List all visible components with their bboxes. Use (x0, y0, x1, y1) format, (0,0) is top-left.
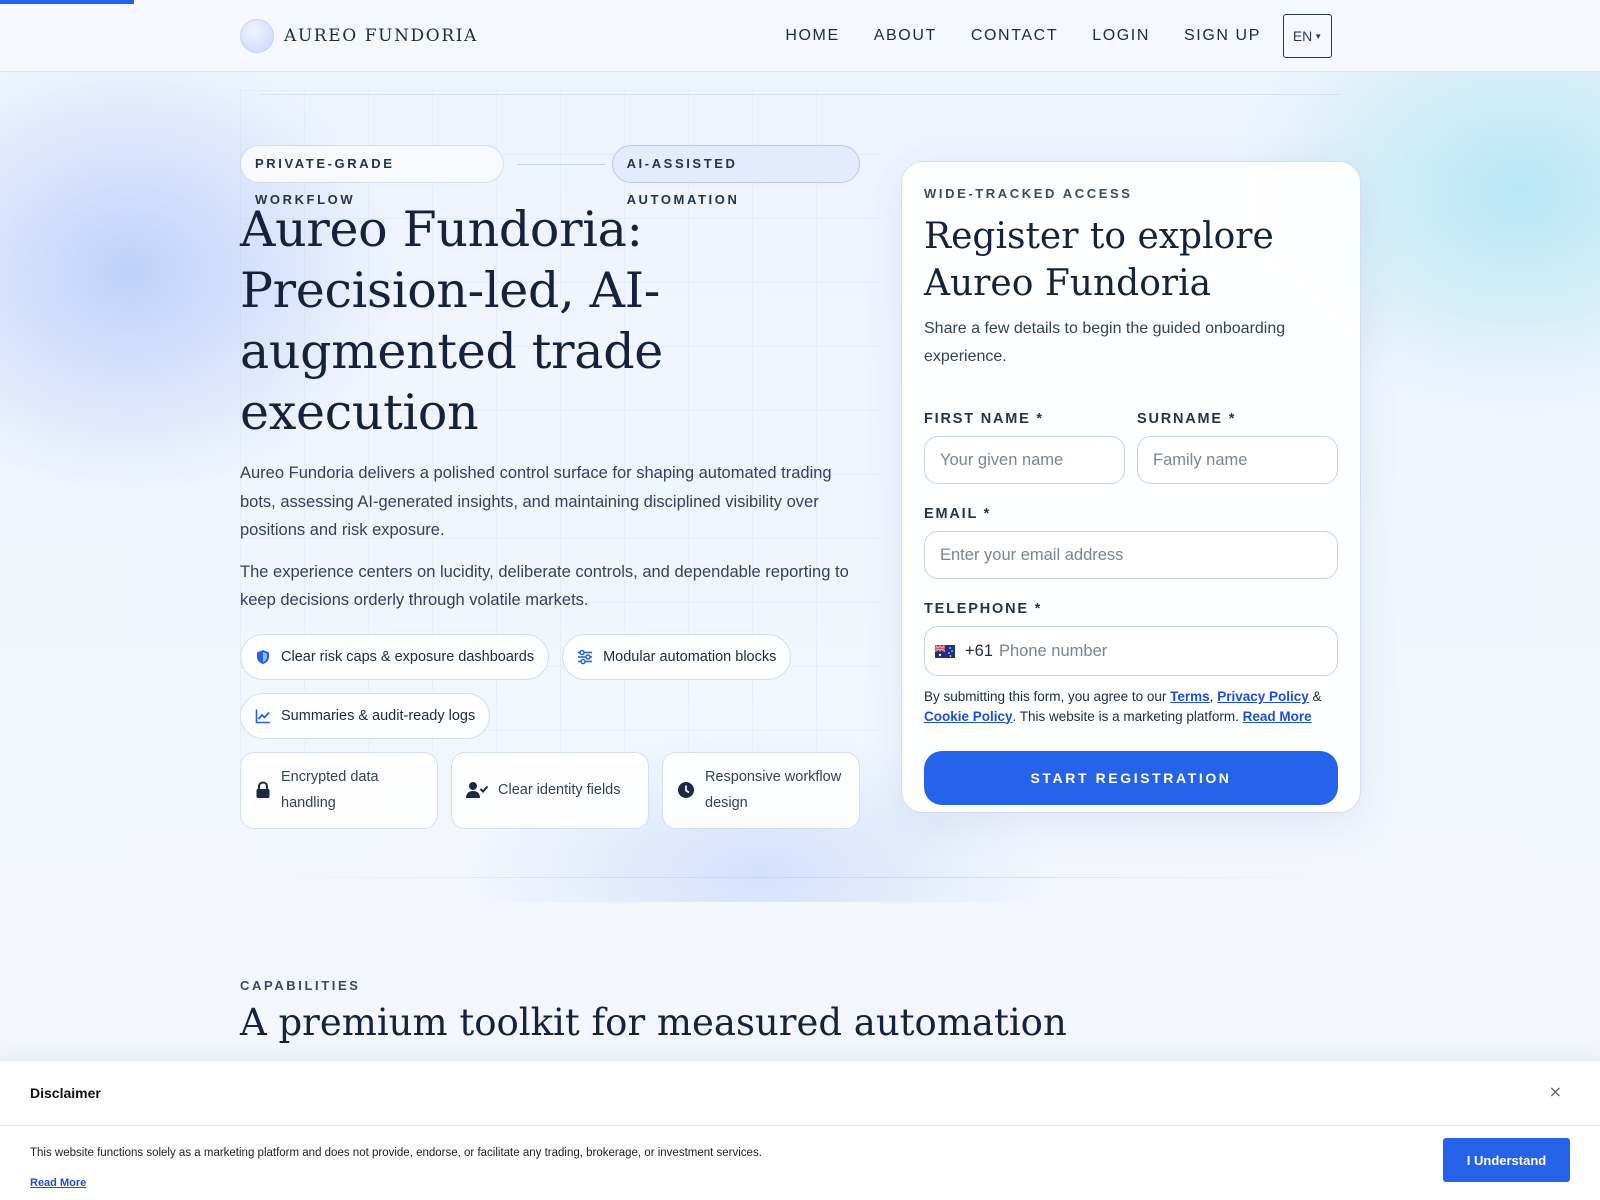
disclaimer-read-more-link[interactable]: Read More (30, 1177, 86, 1189)
phone-input[interactable] (999, 631, 1337, 671)
telephone-group: TELEPHONE * +61 (924, 601, 1338, 676)
hero-description: Aureo Fundoria delivers a polished contr… (240, 464, 832, 539)
terms-link[interactable]: Terms (1170, 689, 1210, 704)
feature-chip-label: Summaries & audit-ready logs (281, 707, 476, 724)
feature-tile-label: Clear identity fields (498, 782, 621, 798)
disclaimer-header: Disclaimer × (0, 1061, 1600, 1126)
consent-amp: & (1312, 689, 1322, 704)
main-nav: HOME ABOUT CONTACT LOGIN SIGN UP EN ▼ (751, 14, 1332, 58)
registration-card: WIDE-TRACKED ACCESS Register to explore … (901, 161, 1361, 813)
reading-progress-bar (0, 0, 135, 4)
feature-chip: Modular automation blocks (562, 633, 792, 680)
disclaimer-title: Disclaimer (30, 1085, 101, 1101)
consent-text: By submitting this form, you agree to ou… (924, 687, 1338, 726)
section-divider (270, 877, 1330, 878)
user-check-icon (466, 782, 488, 798)
lock-icon (256, 781, 270, 798)
brand-logo-icon (240, 19, 274, 53)
email-group: EMAIL * (924, 506, 1338, 579)
nav-about-link[interactable]: ABOUT (874, 27, 937, 45)
start-registration-button[interactable]: START REGISTRATION (924, 751, 1338, 805)
feature-chips: Clear risk caps & exposure dashboards Mo… (240, 633, 860, 752)
chevron-down-icon: ▼ (1314, 31, 1323, 41)
hero-tag: AI-ASSISTED AUTOMATION (611, 145, 861, 207)
first-name-group: FIRST NAME * (924, 411, 1125, 484)
feature-tile-label: Responsive workflow design (705, 769, 842, 811)
name-row: FIRST NAME * SURNAME * (924, 411, 1338, 484)
capabilities-eyebrow: CAPABILITIES (240, 978, 361, 993)
clock-icon (678, 782, 694, 798)
feature-chip: Clear risk caps & exposure dashboards (240, 633, 550, 680)
hero-tag: PRIVATE-GRADE WORKFLOW (240, 145, 505, 207)
first-name-label: FIRST NAME * (924, 411, 1044, 427)
surname-label: SURNAME * (1137, 411, 1237, 427)
brand-name: AUREO FUNDORIA (284, 26, 478, 46)
brand[interactable]: AUREO FUNDORIA (240, 19, 478, 53)
disclaimer-banner: Disclaimer × This website functions sole… (0, 1060, 1600, 1200)
card-subtitle: Share a few details to begin the guided … (924, 320, 1286, 365)
feature-tile-label: Encrypted data handling (281, 769, 379, 811)
i-understand-button[interactable]: I Understand (1443, 1138, 1570, 1182)
surname-input[interactable] (1137, 436, 1338, 484)
nav-home-link[interactable]: HOME (785, 27, 839, 45)
language-code: EN (1292, 28, 1313, 44)
telephone-label: TELEPHONE * (924, 601, 1043, 617)
feature-tile: Clear identity fields (451, 751, 649, 829)
feature-tile: Encrypted data handling (240, 751, 438, 829)
consent-prefix: By submitting this form, you agree to ou… (924, 689, 1167, 704)
disclaimer-text: This website functions solely as a marke… (30, 1147, 762, 1159)
shield-icon (257, 649, 269, 664)
dial-code[interactable]: +61 (965, 642, 993, 661)
nav-signup-link[interactable]: SIGN UP (1184, 27, 1261, 45)
card-eyebrow: WIDE-TRACKED ACCESS (924, 186, 1133, 201)
phone-field: +61 (924, 626, 1338, 676)
feature-chip: Summaries & audit-ready logs (240, 692, 491, 739)
surname-group: SURNAME * (1137, 411, 1338, 484)
feature-chip-label: Modular automation blocks (603, 648, 777, 665)
cookie-policy-link[interactable]: Cookie Policy (924, 709, 1013, 724)
feature-chip-label: Clear risk caps & exposure dashboards (281, 648, 535, 665)
email-input[interactable] (924, 531, 1338, 579)
consent-comma: , (1209, 689, 1214, 704)
nav-login-link[interactable]: LOGIN (1092, 27, 1150, 45)
site-header: AUREO FUNDORIA HOME ABOUT CONTACT LOGIN … (0, 0, 1600, 72)
chart-line-icon (255, 709, 270, 723)
language-selector[interactable]: EN ▼ (1283, 14, 1332, 58)
consent-read-more-link[interactable]: Read More (1243, 709, 1312, 724)
close-icon[interactable]: × (1549, 1082, 1562, 1101)
card-title: Register to explore Aureo Fundoria (924, 216, 1274, 304)
hero-description: The experience centers on lucidity, deli… (240, 562, 849, 610)
hero-section: PRIVATE-GRADE WORKFLOW AI-ASSISTED AUTOM… (240, 145, 861, 829)
email-label: EMAIL * (924, 506, 992, 522)
feature-tiles: Encrypted data handling Clear identity f… (240, 751, 860, 829)
consent-suffix: . This website is a marketing platform. (1012, 708, 1239, 724)
capabilities-section: CAPABILITIES A premium toolkit for measu… (240, 978, 1067, 1047)
australia-flag-icon[interactable] (935, 644, 955, 658)
capabilities-title: A premium toolkit for measured automatio… (240, 1001, 1067, 1044)
first-name-input[interactable] (924, 436, 1125, 484)
section-divider (260, 94, 1340, 95)
feature-tile: Responsive workflow design (662, 751, 860, 829)
sliders-icon (578, 649, 593, 664)
privacy-policy-link[interactable]: Privacy Policy (1217, 689, 1309, 704)
hero-title: Aureo Fundoria: Precision-led, AI-augmen… (240, 201, 663, 441)
tag-connector-line (517, 163, 605, 165)
nav-contact-link[interactable]: CONTACT (971, 27, 1058, 45)
hero-tags: PRIVATE-GRADE WORKFLOW AI-ASSISTED AUTOM… (240, 145, 861, 207)
